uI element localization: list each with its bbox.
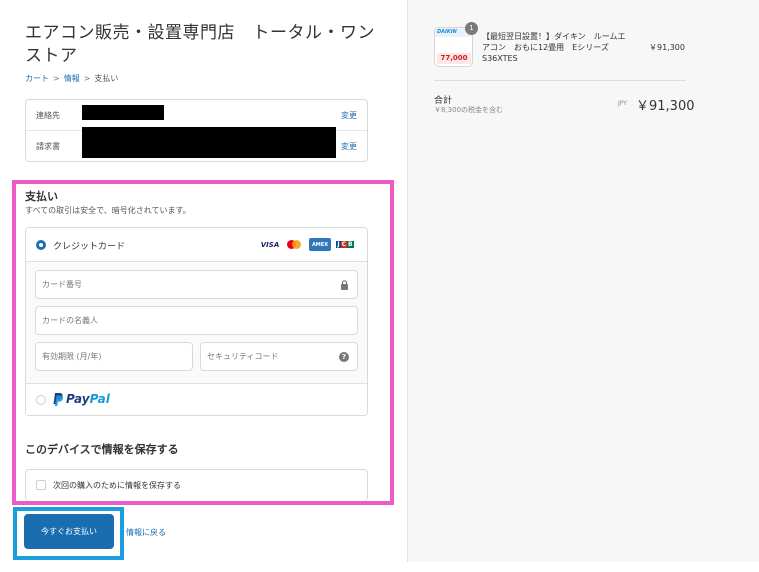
security-code-input[interactable] bbox=[207, 352, 357, 361]
card-name-input[interactable] bbox=[42, 316, 357, 325]
currency-code: JPY bbox=[618, 100, 627, 107]
card-number-field[interactable] bbox=[35, 270, 358, 299]
breadcrumb-separator: > bbox=[83, 74, 91, 83]
redacted-contact bbox=[82, 105, 164, 120]
save-info-label[interactable]: 次回の購入のために情報を保存する bbox=[53, 480, 181, 491]
redacted-billing bbox=[82, 127, 336, 158]
paypal-logo: Pay Pal bbox=[53, 392, 110, 406]
change-billing-link[interactable]: 変更 bbox=[341, 141, 357, 152]
billing-row: 請求書 変更 bbox=[26, 127, 367, 162]
expiry-input[interactable] bbox=[42, 352, 192, 361]
card-logos: VISA AMEX JCB bbox=[260, 238, 354, 251]
save-info-title: このデバイスで情報を保存する bbox=[25, 443, 179, 456]
thumbnail-price: 77,000 bbox=[437, 53, 471, 64]
mastercard-icon bbox=[285, 238, 303, 251]
credit-card-option[interactable]: クレジットカード VISA AMEX JCB bbox=[26, 228, 367, 262]
billing-label: 請求書 bbox=[36, 142, 60, 151]
save-info-box: 次回の購入のために情報を保存する bbox=[25, 469, 368, 501]
security-code-field[interactable]: ? bbox=[200, 342, 358, 371]
item-price: ￥91,300 bbox=[649, 43, 685, 52]
save-info-checkbox[interactable] bbox=[36, 480, 46, 490]
pay-now-button[interactable]: 今すぐお支払い bbox=[24, 514, 114, 549]
paypal-icon bbox=[53, 392, 63, 406]
credit-card-label: クレジットカード bbox=[53, 242, 126, 252]
paypal-option[interactable]: Pay Pal bbox=[26, 384, 367, 415]
payment-subtitle: すべての取引は安全で、暗号化されています。 bbox=[25, 206, 191, 215]
payment-methods: クレジットカード VISA AMEX JCB カード番号 カードの名義人 有効期… bbox=[25, 227, 368, 416]
breadcrumb: カート > 情報 > 支払い bbox=[25, 73, 118, 84]
thumbnail-brand: DAIKIN bbox=[437, 29, 457, 35]
visa-icon: VISA bbox=[260, 240, 280, 249]
checkout-main: エアコン販売・設置専門店 トータル・ワンストア カート > 情報 > 支払い 連… bbox=[0, 0, 407, 572]
item-name: 【最短翌日設置！】ダイキン ルームエアコン おもに12畳用 Eシリーズ S36X… bbox=[482, 32, 626, 63]
total-value: ￥91,300 bbox=[636, 99, 695, 114]
card-number-input[interactable] bbox=[42, 280, 357, 289]
amex-icon: AMEX bbox=[309, 238, 331, 251]
paypal-pay-text: Pay bbox=[66, 392, 90, 406]
expiry-field[interactable] bbox=[35, 342, 193, 371]
payment-title: 支払い bbox=[25, 190, 58, 203]
review-box: 連絡先 変更 請求書 変更 bbox=[25, 99, 368, 162]
breadcrumb-separator: > bbox=[53, 74, 60, 83]
card-name-field[interactable] bbox=[35, 306, 358, 335]
order-summary: DAIKIN 77,000 1 【最短翌日設置！】ダイキン ルームエアコン おも… bbox=[407, 0, 759, 562]
quantity-badge: 1 bbox=[465, 22, 478, 35]
store-title: エアコン販売・設置専門店 トータル・ワンストア bbox=[25, 23, 375, 66]
back-to-info-link[interactable]: 情報に戻る bbox=[126, 527, 166, 538]
breadcrumb-payment: 支払い bbox=[94, 74, 119, 83]
paypal-radio[interactable] bbox=[36, 395, 46, 405]
breadcrumb-cart[interactable]: カート bbox=[25, 73, 49, 84]
summary-divider bbox=[434, 80, 686, 81]
jcb-icon: JCB bbox=[336, 241, 354, 248]
tax-note: ￥8,300の税金を含む bbox=[434, 106, 504, 114]
credit-card-radio[interactable] bbox=[36, 240, 46, 250]
breadcrumb-info[interactable]: 情報 bbox=[64, 73, 80, 84]
credit-card-form: ? bbox=[26, 262, 367, 384]
change-contact-link[interactable]: 変更 bbox=[341, 110, 357, 121]
contact-label: 連絡先 bbox=[36, 110, 60, 120]
lock-icon bbox=[341, 280, 348, 290]
paypal-pal-text: Pal bbox=[89, 392, 110, 406]
help-icon[interactable]: ? bbox=[339, 352, 349, 362]
